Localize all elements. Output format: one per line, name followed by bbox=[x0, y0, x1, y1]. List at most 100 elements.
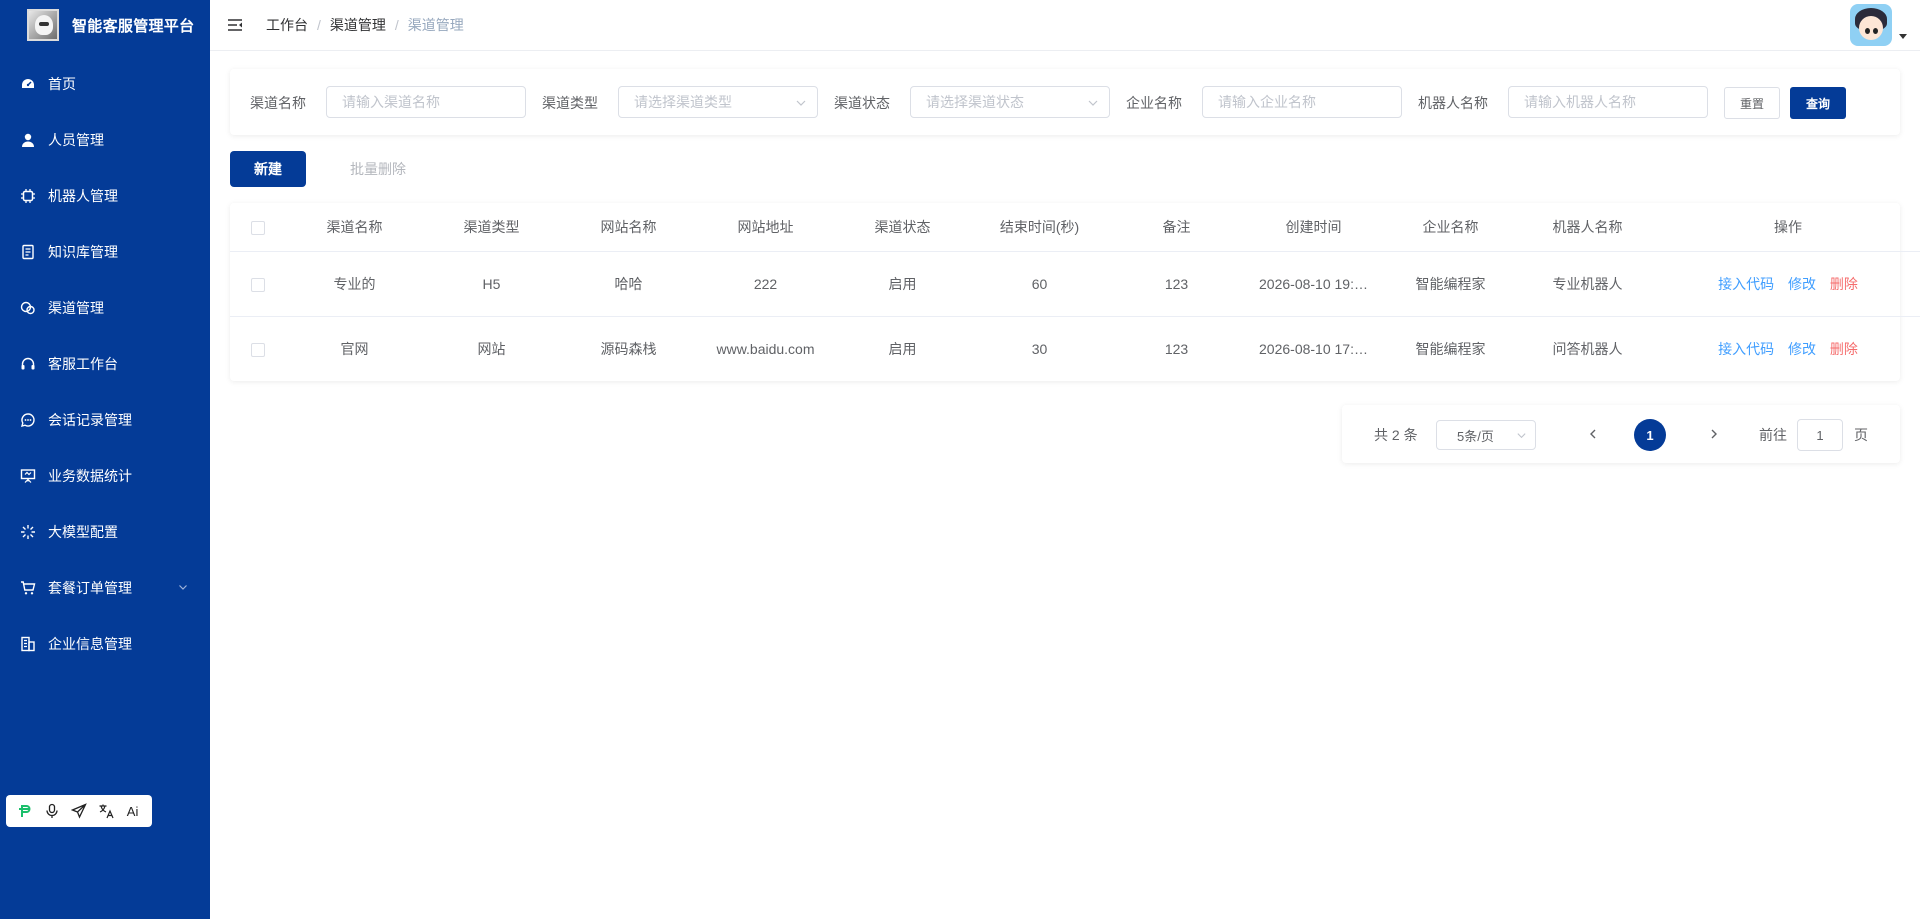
cell-operations: 接入代码 修改 删除 bbox=[1656, 251, 1920, 317]
breadcrumb-workbench[interactable]: 工作台 bbox=[266, 15, 308, 35]
channel-type-label: 渠道类型 bbox=[542, 95, 598, 111]
prev-page-button[interactable] bbox=[1582, 423, 1604, 445]
sidebar-item-label: 知识库管理 bbox=[48, 244, 118, 260]
column-header: 结束时间(秒) bbox=[971, 203, 1108, 252]
robot-name-label: 机器人名称 bbox=[1418, 95, 1488, 111]
headset-icon bbox=[20, 356, 36, 372]
book-icon bbox=[20, 244, 36, 260]
send-icon[interactable] bbox=[70, 802, 88, 820]
page-size-select[interactable]: 5条/页 bbox=[1436, 420, 1536, 450]
delete-link[interactable]: 删除 bbox=[1830, 276, 1858, 292]
sidebar-item-robot[interactable]: 机器人管理 bbox=[0, 168, 210, 224]
table: 渠道名称 渠道类型 网站名称 网站地址 渠道状态 结束时间(秒) 备注 创建时间… bbox=[230, 203, 1920, 381]
avatar-face bbox=[1859, 16, 1883, 40]
chevron-down-icon bbox=[1517, 433, 1526, 439]
sidebar-item-llm-config[interactable]: 大模型配置 bbox=[0, 504, 210, 560]
cell-site-name: 哈哈 bbox=[560, 251, 697, 317]
cell-robot: 专业机器人 bbox=[1519, 251, 1656, 317]
cell-site-url: 222 bbox=[697, 251, 834, 317]
access-code-link[interactable]: 接入代码 bbox=[1718, 341, 1774, 357]
channel-name-label: 渠道名称 bbox=[250, 95, 306, 111]
column-header: 网站名称 bbox=[560, 203, 697, 252]
edit-link[interactable]: 修改 bbox=[1788, 341, 1816, 357]
breadcrumb: 工作台 / 渠道管理 / 渠道管理 bbox=[266, 15, 464, 35]
pagination: 共 2 条 5条/页 1 前往 页 bbox=[1342, 405, 1900, 463]
cell-channel-type: 网站 bbox=[477, 340, 506, 357]
column-header: 渠道类型 bbox=[423, 203, 560, 252]
reset-button[interactable]: 重置 bbox=[1724, 87, 1780, 119]
ai-text-icon[interactable]: Ai bbox=[124, 802, 142, 820]
table-header-row: 渠道名称 渠道类型 网站名称 网站地址 渠道状态 结束时间(秒) 备注 创建时间… bbox=[230, 203, 1920, 252]
delete-link[interactable]: 删除 bbox=[1830, 341, 1858, 357]
chevron-down-icon bbox=[1088, 100, 1098, 106]
cell-site-name: 源码森栈 bbox=[600, 340, 657, 357]
breadcrumb-current: 渠道管理 bbox=[407, 17, 464, 33]
channel-status-placeholder: 请选择渠道状态 bbox=[926, 94, 1024, 110]
edit-link[interactable]: 修改 bbox=[1788, 276, 1816, 292]
channel-type-select[interactable]: 请选择渠道类型 bbox=[618, 86, 818, 118]
sidebar-item-label: 客服工作台 bbox=[48, 356, 118, 372]
company-name-input[interactable] bbox=[1202, 86, 1402, 118]
page-number-current[interactable]: 1 bbox=[1634, 419, 1666, 451]
row-checkbox[interactable] bbox=[251, 277, 265, 292]
cell-robot: 问答机器人 bbox=[1552, 340, 1623, 357]
sidebar-item-label: 企业信息管理 bbox=[48, 636, 132, 652]
channel-name-input[interactable] bbox=[326, 86, 526, 118]
sidebar-item-statistics[interactable]: 业务数据统计 bbox=[0, 448, 210, 504]
query-button[interactable]: 查询 bbox=[1790, 87, 1846, 119]
robot-name-input[interactable] bbox=[1508, 86, 1708, 118]
dashboard-icon bbox=[20, 76, 36, 92]
cell-end-time: 30 bbox=[1031, 340, 1048, 357]
access-code-link[interactable]: 接入代码 bbox=[1718, 276, 1774, 292]
breadcrumb-separator: / bbox=[394, 17, 399, 33]
avatar[interactable] bbox=[1850, 4, 1892, 46]
table-row: 官网 网站 源码森栈 www.baidu.com 启用 30 123 2026-… bbox=[230, 316, 1920, 381]
column-header: 创建时间 bbox=[1245, 203, 1382, 252]
sidebar-item-knowledge[interactable]: 知识库管理 bbox=[0, 224, 210, 280]
column-header: 渠道名称 bbox=[286, 203, 423, 252]
cell-company: 智能编程家 bbox=[1382, 251, 1519, 317]
cell-site-url: www.baidu.com bbox=[716, 340, 815, 357]
breadcrumb-channel-parent[interactable]: 渠道管理 bbox=[330, 15, 386, 35]
sidebar: 智能客服管理平台 首页 人员管理 机器人管理 知识库管理 渠道管理 客服工作台 … bbox=[0, 0, 210, 919]
select-all-checkbox[interactable] bbox=[251, 220, 265, 235]
new-button[interactable]: 新建 bbox=[230, 151, 306, 187]
sidebar-item-orders[interactable]: 套餐订单管理 bbox=[0, 560, 210, 616]
cell-channel-name: 专业的 bbox=[286, 251, 423, 317]
cell-operations: 接入代码 修改 删除 bbox=[1656, 316, 1920, 381]
brand-logo bbox=[27, 9, 59, 41]
presentation-icon bbox=[20, 468, 36, 484]
cell-company: 智能编程家 bbox=[1415, 340, 1486, 357]
cell-remark: 123 bbox=[1108, 251, 1245, 317]
menu-fold-icon[interactable] bbox=[226, 16, 244, 34]
page-size-value: 5条/页 bbox=[1457, 428, 1494, 444]
sidebar-item-sessions[interactable]: 会话记录管理 bbox=[0, 392, 210, 448]
pinyin-p-icon[interactable] bbox=[16, 802, 34, 820]
sidebar-item-label: 人员管理 bbox=[48, 132, 104, 148]
caret-down-icon[interactable] bbox=[1899, 34, 1907, 39]
sidebar-item-company[interactable]: 企业信息管理 bbox=[0, 616, 210, 672]
channel-status-select[interactable]: 请选择渠道状态 bbox=[910, 86, 1110, 118]
sidebar-item-label: 业务数据统计 bbox=[48, 468, 132, 484]
sidebar-item-home[interactable]: 首页 bbox=[0, 56, 210, 112]
column-header: 渠道状态 bbox=[834, 203, 971, 252]
column-header: 操作 bbox=[1656, 203, 1920, 252]
avatar-eye bbox=[1873, 28, 1878, 34]
floating-toolbar: Ai bbox=[6, 795, 152, 827]
sidebar-item-channel[interactable]: 渠道管理 bbox=[0, 280, 210, 336]
row-checkbox[interactable] bbox=[251, 342, 265, 357]
goto-page-input[interactable] bbox=[1797, 419, 1843, 451]
sidebar-item-label: 机器人管理 bbox=[48, 188, 118, 204]
translate-icon[interactable] bbox=[97, 802, 115, 820]
batch-delete-button[interactable]: 批量删除 bbox=[336, 151, 420, 187]
sidebar-item-label: 渠道管理 bbox=[48, 300, 104, 316]
next-page-button[interactable] bbox=[1703, 423, 1725, 445]
user-icon bbox=[20, 132, 36, 148]
cell-end-time: 60 bbox=[971, 251, 1108, 317]
channel-table: 渠道名称 渠道类型 网站名称 网站地址 渠道状态 结束时间(秒) 备注 创建时间… bbox=[230, 203, 1920, 381]
row-select bbox=[230, 316, 286, 381]
page-unit-label: 页 bbox=[1854, 427, 1868, 443]
sidebar-item-staff[interactable]: 人员管理 bbox=[0, 112, 210, 168]
sidebar-item-workbench[interactable]: 客服工作台 bbox=[0, 336, 210, 392]
microphone-icon[interactable] bbox=[43, 802, 61, 820]
